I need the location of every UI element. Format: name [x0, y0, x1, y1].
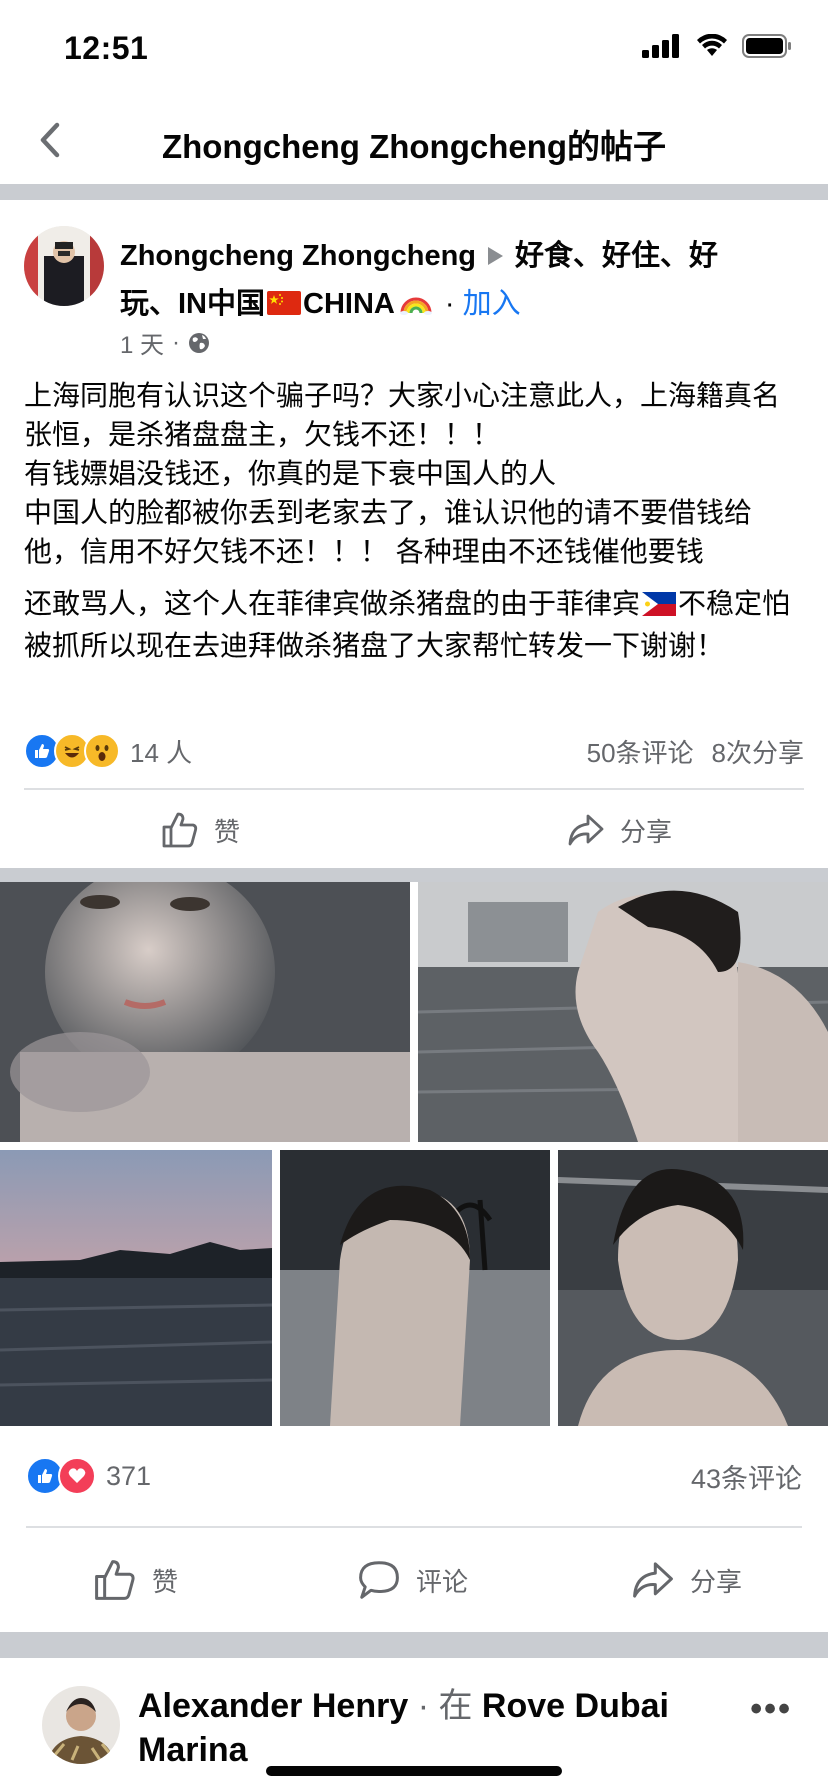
post-stats: 50条评论 8次分享: [587, 733, 804, 770]
photo-4[interactable]: [280, 1150, 550, 1426]
photo-3[interactable]: [0, 1150, 272, 1426]
next-post-author-line: Alexander Henry · 在 Rove Dubai Marina: [138, 1687, 669, 1769]
next-post-avatar[interactable]: [42, 1686, 120, 1764]
more-options-icon[interactable]: •••: [750, 1690, 792, 1729]
photo-action-bar: 赞 评论 分享: [0, 1550, 828, 1610]
next-post-place[interactable]: Rove Dubai: [482, 1687, 669, 1725]
reactions-count: 14 人: [130, 737, 193, 768]
photo-like-button[interactable]: 赞: [92, 1557, 178, 1603]
photo-reactions-summary[interactable]: 371 43条评论: [26, 1456, 802, 1496]
share-button[interactable]: 分享: [566, 810, 672, 850]
section-divider: [0, 184, 828, 200]
photo-2[interactable]: [418, 882, 828, 1142]
section-divider: [0, 868, 828, 882]
divider: [26, 1526, 802, 1528]
china-flag-icon: [267, 291, 302, 316]
status-icons: [642, 34, 792, 58]
globe-icon: [189, 332, 210, 353]
like-label: 赞: [214, 816, 241, 847]
comments-count[interactable]: 50条评论: [587, 733, 694, 770]
post-body: 上海同胞有认识这个骗子吗？大家小心注意此人，上海籍真名张恒，是杀猪盘盘主，欠钱不…: [24, 376, 804, 667]
post-text-paragraph: 有钱嫖娼没钱还，你真的是下衰中国人的人: [24, 458, 557, 489]
section-divider: [0, 1632, 828, 1658]
page-title: Zhongcheng Zhongcheng的帖子: [161, 128, 667, 165]
posted-in-arrow-icon: [488, 247, 504, 266]
wow-reaction-icon: [84, 733, 120, 769]
photo-reactions-count: 371: [106, 1460, 152, 1491]
like-button[interactable]: 赞: [160, 810, 240, 850]
back-button[interactable]: [26, 116, 74, 164]
share-label: 分享: [690, 1566, 743, 1597]
thumbs-up-icon: [162, 812, 198, 848]
navigation-header: Zhongcheng Zhongcheng的帖子: [0, 100, 828, 184]
battery-icon: [742, 34, 791, 58]
divider: [24, 788, 804, 790]
avatar-photo: [24, 226, 104, 306]
post-text-paragraph: 中国人的脸都被你丢到老家去了，谁认识他的请不要借钱给他，信用不好欠钱不还！！！ …: [24, 497, 753, 567]
author-name[interactable]: Zhongcheng Zhongcheng: [120, 240, 476, 272]
photo-share-button[interactable]: 分享: [630, 1557, 742, 1603]
comment-bubble-icon: [359, 1561, 399, 1599]
thumbs-up-icon: [95, 1560, 135, 1600]
photo-comment-button[interactable]: 评论: [356, 1557, 468, 1603]
post-action-bar: 赞 分享: [0, 800, 828, 860]
rainbow-icon: [399, 297, 432, 316]
join-group-link[interactable]: 加入: [463, 288, 521, 320]
post-text-paragraph: 还敢骂人，这个人在菲律宾做杀猪盘的由于菲律宾 不稳定怕被抓所以现在去迪拜做杀猪盘了…: [24, 588, 791, 661]
post-time[interactable]: 1 天: [120, 325, 164, 360]
author-avatar[interactable]: [24, 226, 104, 306]
philippines-flag-icon: [642, 591, 677, 616]
status-time: 12:51: [64, 30, 149, 66]
post-author-line: Zhongcheng Zhongcheng 好食、好住、好玩、IN中国 CHINA …: [120, 240, 719, 320]
status-bar: 12:51: [0, 0, 828, 100]
home-indicator[interactable]: [266, 1766, 562, 1776]
next-post-author[interactable]: Alexander Henry: [138, 1687, 408, 1725]
love-reaction-icon: [58, 1457, 96, 1495]
cellular-signal-icon: [642, 34, 679, 58]
like-label: 赞: [152, 1566, 179, 1597]
photo-5[interactable]: [558, 1150, 828, 1426]
share-arrow-icon: [633, 1562, 673, 1598]
next-post-place-cont[interactable]: Marina: [138, 1731, 248, 1769]
wifi-icon: [697, 34, 727, 56]
post-meta: 1 天 ·: [120, 325, 210, 360]
photo-1[interactable]: [0, 882, 410, 1142]
post-text-paragraph: 上海同胞有认识这个骗子吗？大家小心注意此人，上海籍真名张恒，是杀猪盘盘主，欠钱不…: [24, 380, 781, 450]
share-arrow-icon: [568, 814, 604, 846]
share-label: 分享: [620, 816, 673, 847]
reactions-summary[interactable]: 14 人 50条评论 8次分享: [24, 730, 804, 772]
comment-label: 评论: [416, 1566, 469, 1597]
photo-comments-count[interactable]: 43条评论: [691, 1457, 802, 1496]
shares-count[interactable]: 8次分享: [712, 733, 804, 770]
chevron-left-icon: [40, 122, 60, 158]
